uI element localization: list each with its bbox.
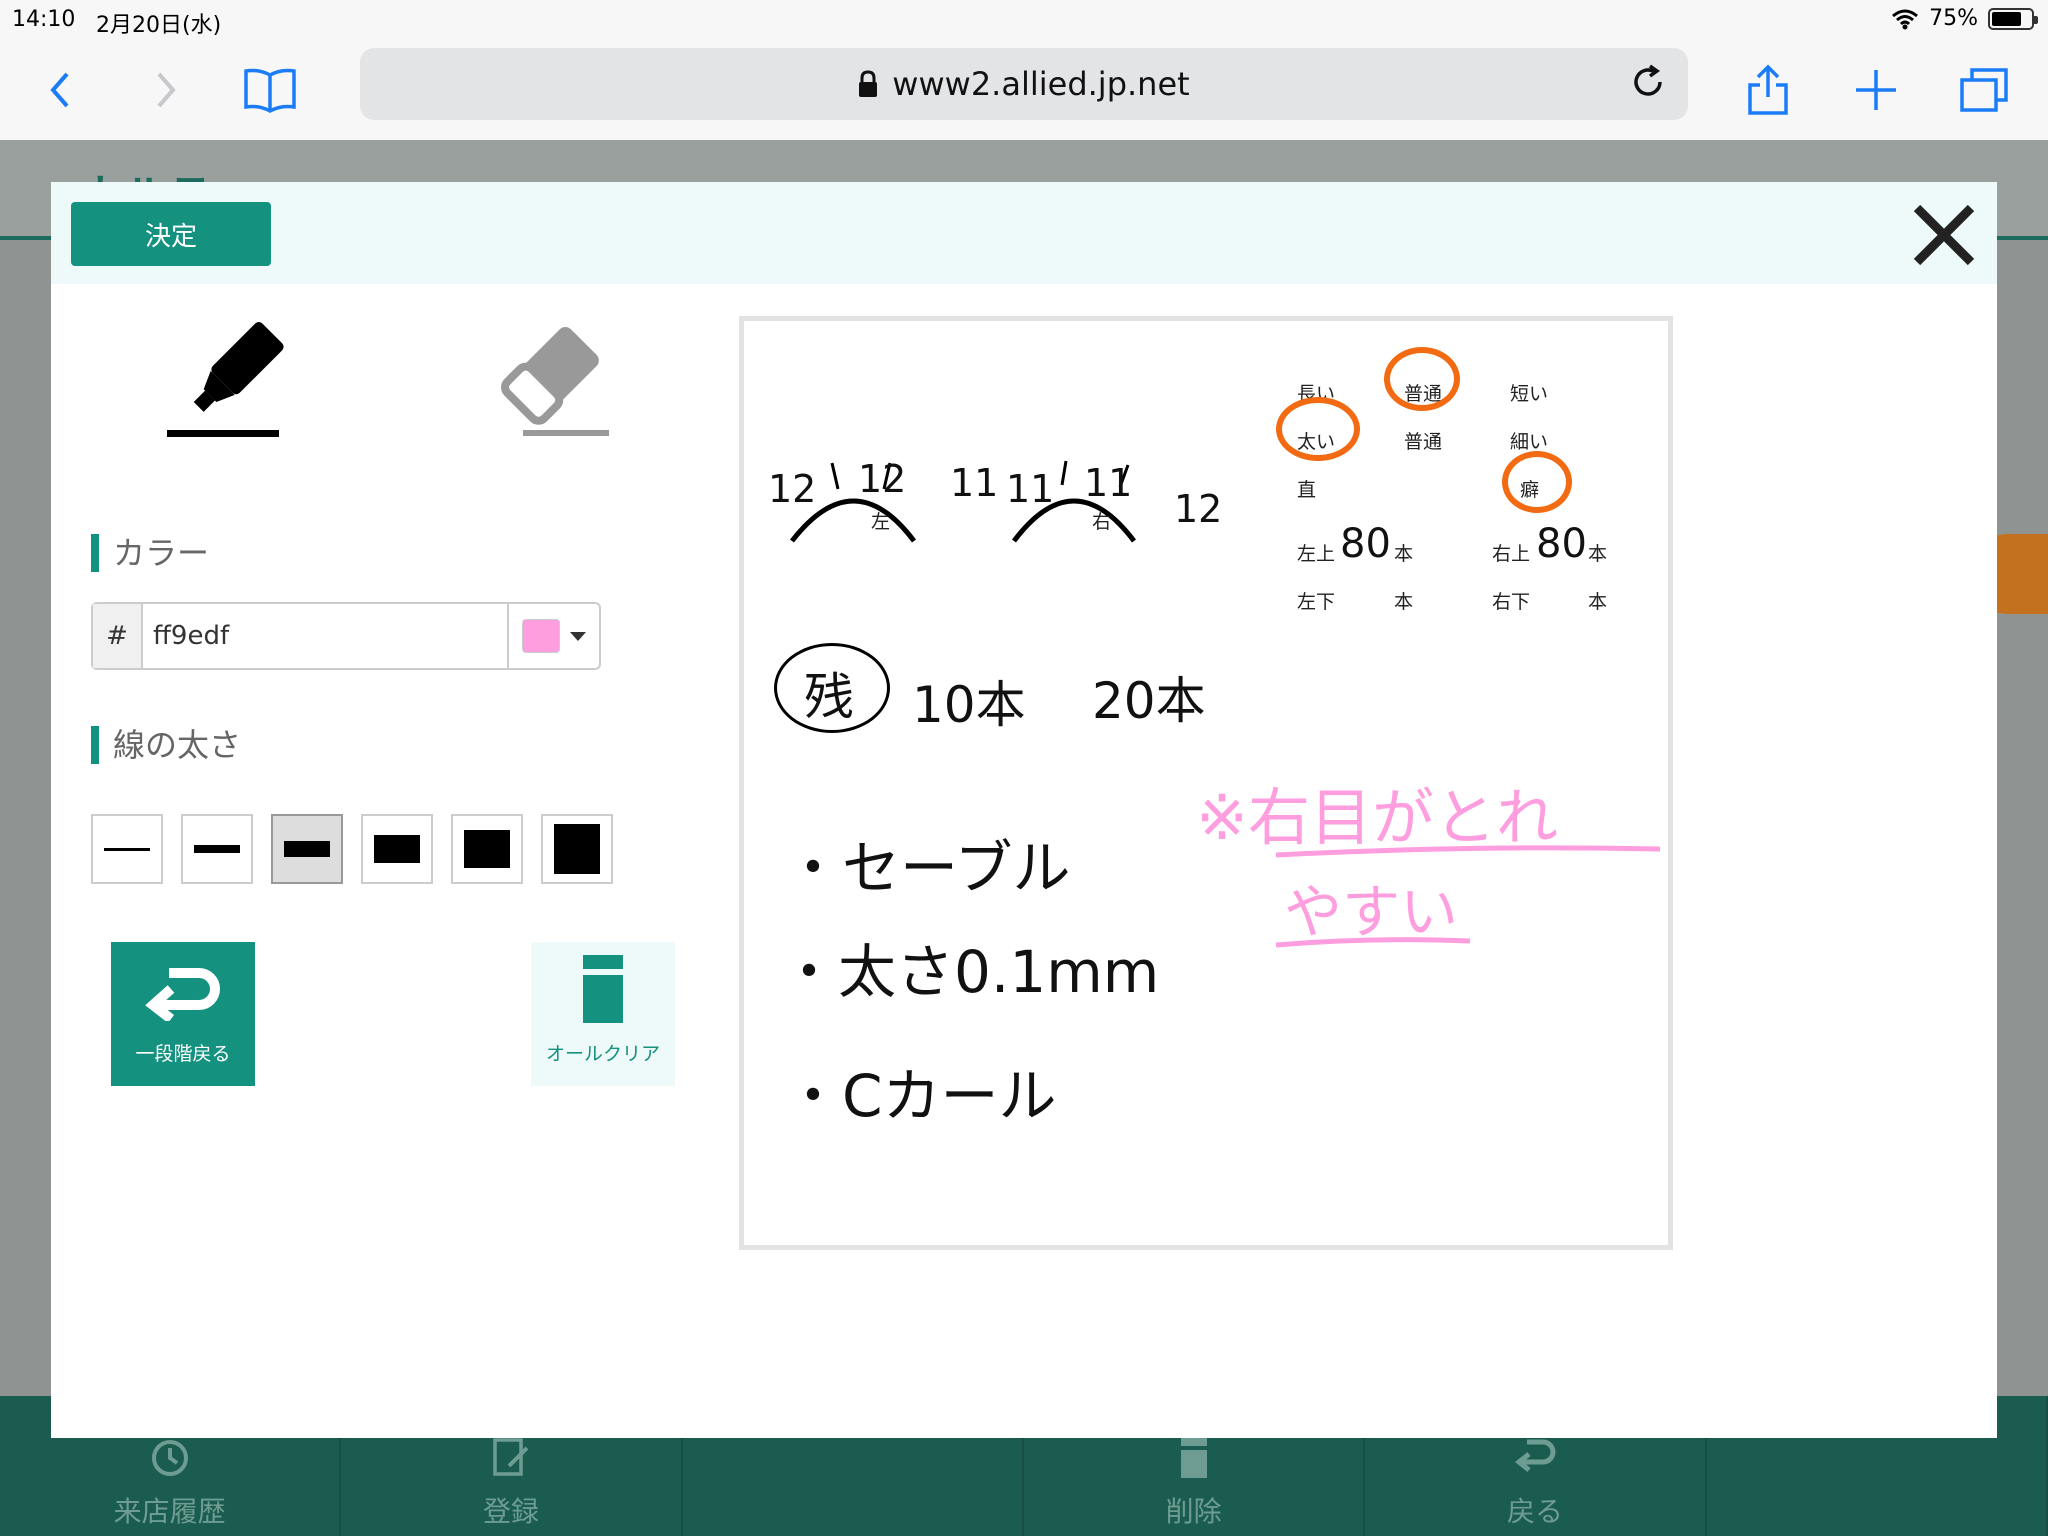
width-option-5[interactable]	[451, 814, 523, 884]
label-upper-right: 右上	[1492, 543, 1531, 565]
count-upper-left: 80	[1340, 521, 1391, 567]
eraser-icon	[501, 326, 609, 436]
url-bar[interactable]: www2.allied.jp.net	[360, 48, 1688, 120]
count-right-2: 11	[1084, 461, 1133, 505]
close-icon[interactable]	[1909, 200, 1979, 270]
pink-underline-2	[1275, 937, 1471, 948]
trash-icon	[1180, 1438, 1207, 1478]
count-left-3: 11	[950, 461, 999, 505]
color-field[interactable]: # ff9edf	[91, 602, 601, 670]
zan-count-b: 20本	[1092, 672, 1206, 730]
width-option-3[interactable]	[271, 814, 343, 884]
forward-icon[interactable]	[136, 60, 196, 120]
note-thickness: ・太さ0.1mm	[780, 938, 1160, 1006]
pink-underline-1	[1275, 845, 1661, 858]
new-tab-icon[interactable]	[1846, 60, 1906, 120]
back-icon[interactable]	[30, 60, 90, 120]
label-lower-right: 右下	[1492, 591, 1531, 613]
zan-count-a: 10本	[912, 676, 1026, 734]
width-option-4[interactable]	[361, 814, 433, 884]
count-left-2: 12	[858, 457, 907, 501]
history-icon	[151, 1440, 188, 1476]
zan-mark: 残	[804, 668, 854, 726]
modal-header: 決定	[51, 182, 1997, 284]
color-hex-input[interactable]: ff9edf	[143, 604, 507, 668]
note-curl: ・Cカール	[784, 1062, 1057, 1130]
label-right-eye: 右	[1092, 511, 1112, 533]
status-time: 14:10	[12, 7, 76, 32]
undo-icon	[145, 968, 220, 1021]
count-upper-right: 80	[1536, 521, 1587, 567]
wifi-icon	[1892, 9, 1919, 29]
bookmarks-icon[interactable]	[240, 60, 300, 120]
label-hon-lr: 本	[1588, 591, 1608, 613]
eraser-tool[interactable]	[483, 316, 613, 446]
circle-habit	[1502, 451, 1572, 513]
return-icon	[1514, 1439, 1556, 1472]
count-right-1: 11	[1006, 467, 1055, 511]
chevron-down-icon	[570, 631, 586, 641]
label-left-eye: 左	[871, 511, 891, 533]
color-hash: #	[93, 604, 143, 668]
drawing-canvas[interactable]: 長い 普通 短い 太い 普通 細い 直 癖 左上 本 右上 本 左下 本 右下 …	[739, 316, 1673, 1250]
count-right-3: 12	[1174, 487, 1223, 531]
note-sable: ・セーブル	[784, 834, 1071, 902]
marker-tool[interactable]	[161, 316, 291, 446]
circle-normal-length	[1384, 347, 1460, 411]
circle-thick	[1276, 397, 1360, 461]
drawing-modal: 決定 カラー # ff9edf 線の太さ 一段階戻る オールクリア 長い 普通 …	[51, 182, 1997, 1438]
marker-icon	[167, 321, 284, 437]
reload-icon[interactable]	[1628, 62, 1668, 102]
decide-button[interactable]: 決定	[71, 202, 271, 266]
label-straight: 直	[1297, 479, 1317, 501]
clear-all-button[interactable]: オールクリア	[531, 942, 675, 1086]
undo-button[interactable]: 一段階戻る	[111, 942, 255, 1086]
width-option-6[interactable]	[541, 814, 613, 884]
label-short: 短い	[1510, 383, 1549, 405]
label-hon-ul: 本	[1394, 543, 1414, 565]
color-swatch	[522, 619, 560, 653]
label-normal-thickness: 普通	[1404, 431, 1443, 453]
color-section-label: カラー	[91, 534, 209, 572]
status-bar: 14:10 2月20日(水) 75%	[0, 0, 2048, 40]
label-thin: 細い	[1510, 431, 1549, 453]
width-option-2[interactable]	[181, 814, 253, 884]
count-left-1: 12	[768, 467, 817, 511]
trash-icon	[583, 955, 623, 1023]
label-hon-ll: 本	[1394, 591, 1414, 613]
url-text: www2.allied.jp.net	[892, 65, 1190, 103]
label-lower-left: 左下	[1297, 591, 1336, 613]
share-icon[interactable]	[1738, 60, 1798, 120]
status-date: 2月20日(水)	[96, 13, 222, 38]
color-picker-button[interactable]	[507, 604, 599, 668]
width-section-label: 線の太さ	[91, 726, 241, 764]
battery-percent: 75%	[1929, 6, 1978, 31]
lock-icon	[859, 70, 878, 97]
tabs-icon[interactable]	[1954, 60, 2014, 120]
label-upper-left: 左上	[1297, 543, 1336, 565]
width-option-1[interactable]	[91, 814, 163, 884]
line-width-options	[91, 814, 613, 884]
label-hon-ur: 本	[1588, 543, 1608, 565]
edit-document-icon	[493, 1438, 529, 1476]
battery-icon	[1988, 7, 2038, 30]
